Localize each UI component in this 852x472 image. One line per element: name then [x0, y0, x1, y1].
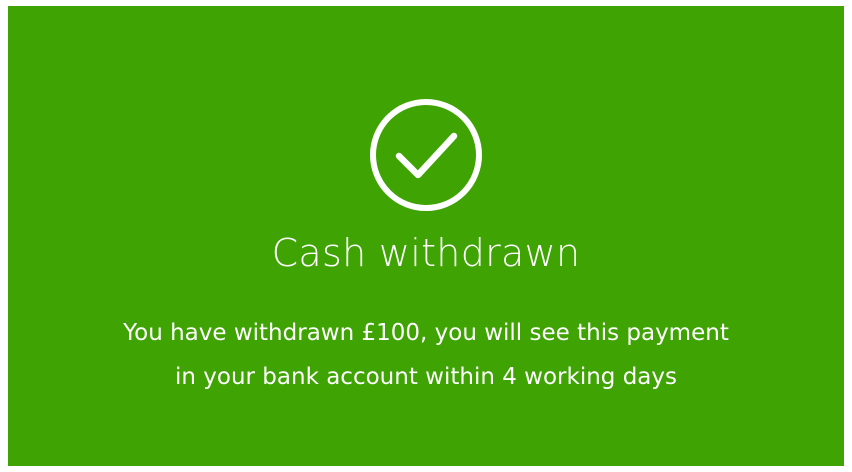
success-title: Cash withdrawn [271, 231, 581, 275]
success-message: You have withdrawn £100, you will see th… [36, 311, 816, 399]
success-message-line-1: You have withdrawn £100, you will see th… [123, 319, 729, 346]
check-circle-icon [370, 99, 482, 211]
success-message-line-2: in your bank account within 4 working da… [175, 363, 677, 390]
success-panel: Cash withdrawn You have withdrawn £100, … [8, 6, 844, 466]
